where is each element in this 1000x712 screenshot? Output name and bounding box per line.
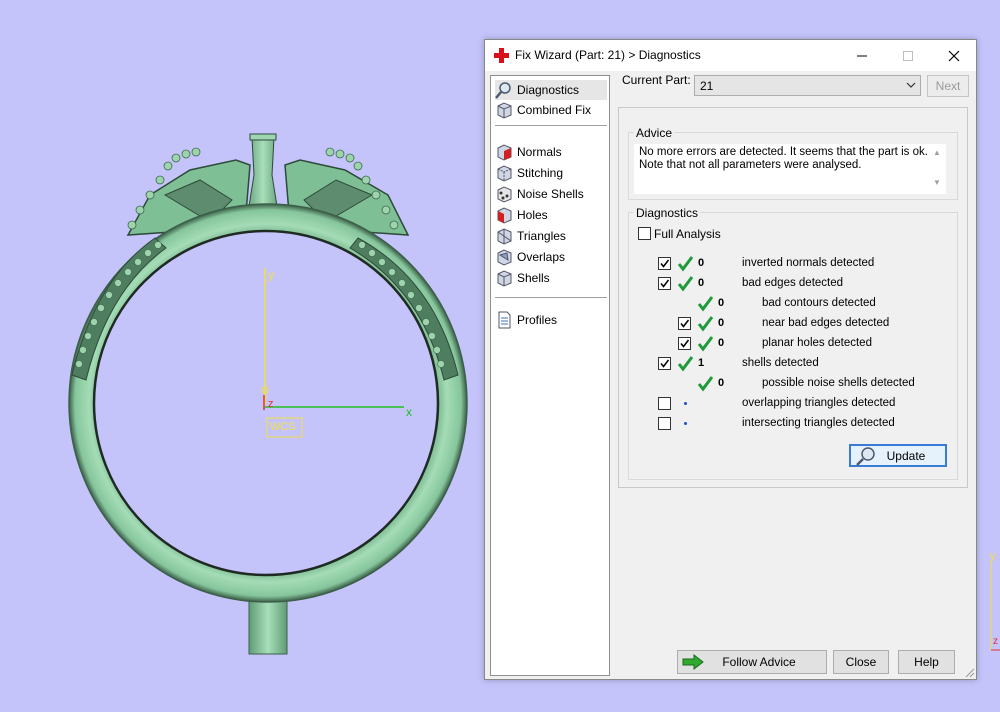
near-bad-edges-count: 0 <box>718 317 725 329</box>
advice-title: Advice <box>634 126 675 140</box>
overlapping-triangles-label: overlapping triangles detected <box>742 397 896 409</box>
mini-axis-label-y: y <box>990 550 996 562</box>
close-window-button[interactable] <box>931 40 977 71</box>
axis-label-x: x <box>406 405 412 419</box>
noise-shells-icon <box>497 186 512 203</box>
green-check-icon <box>697 296 714 312</box>
green-arrow-icon <box>682 654 704 670</box>
near-bad-edges-label: near bad edges detected <box>762 317 890 329</box>
overlaps-cube-icon <box>497 249 512 266</box>
checkmark-icon <box>660 279 670 288</box>
magnifier-icon <box>856 447 875 466</box>
update-button[interactable]: Update <box>849 444 947 467</box>
diagnostics-title: Diagnostics <box>634 206 701 220</box>
nav-item-diagnostics[interactable]: Diagnostics <box>495 80 607 100</box>
axis-label-y: y <box>268 268 274 282</box>
shells-count: 1 <box>698 357 705 369</box>
nav-item-noise-shells[interactable]: Noise Shells <box>495 184 607 204</box>
checkmark-icon <box>660 359 670 368</box>
bad-contours-count: 0 <box>718 297 725 309</box>
nav-item-normals[interactable]: Normals <box>495 142 607 162</box>
next-button[interactable]: Next <box>927 75 969 97</box>
inverted-normals-label: inverted normals detected <box>742 257 875 269</box>
nav-item-profiles[interactable]: Profiles <box>495 310 607 330</box>
current-part-label: Current Part: <box>622 73 691 87</box>
normals-cube-icon <box>497 144 512 161</box>
noise-shells-count: 0 <box>718 377 725 389</box>
current-part-value: 21 <box>700 79 714 93</box>
window-title: Fix Wizard (Part: 21) > Diagnostics <box>515 48 701 62</box>
bad-edges-label: bad edges detected <box>742 277 844 289</box>
magnifier-icon <box>495 82 511 99</box>
wizard-nav-panel: Diagnostics Combined Fix Normals Stitchi… <box>490 75 610 676</box>
axis-label-z: z <box>268 398 274 410</box>
nav-item-stitching[interactable]: Stitching <box>495 163 607 183</box>
shells-label: shells detected <box>742 357 819 369</box>
checkmark-icon <box>660 259 670 268</box>
mini-axis-label-z: z <box>993 636 998 647</box>
nav-item-shells[interactable]: Shells <box>495 268 607 288</box>
pending-dot-icon <box>684 422 687 425</box>
checkmark-icon <box>680 339 690 348</box>
green-check-icon <box>697 376 714 392</box>
close-icon <box>948 50 960 61</box>
shells-cube-icon <box>497 270 512 287</box>
maximize-button[interactable] <box>885 40 931 71</box>
resize-grip-icon[interactable] <box>965 668 975 678</box>
nav-item-overlaps[interactable]: Overlaps <box>495 247 607 267</box>
document-icon <box>498 311 511 329</box>
scroll-up-icon[interactable]: ▲ <box>933 148 941 157</box>
green-check-icon <box>697 316 714 332</box>
intersecting-triangles-label: intersecting triangles detected <box>742 417 895 429</box>
update-label: Update <box>886 448 926 463</box>
minimize-button[interactable] <box>839 40 885 71</box>
green-check-icon <box>697 336 714 352</box>
chevron-down-icon <box>906 82 916 88</box>
title-bar[interactable]: Fix Wizard (Part: 21) > Diagnostics <box>485 40 976 71</box>
stitching-cube-icon <box>497 165 512 182</box>
minimize-icon <box>857 55 867 56</box>
bad-edges-checkbox[interactable] <box>658 277 671 290</box>
planar-holes-label: planar holes detected <box>762 337 872 349</box>
wcs-label: WCS <box>270 421 296 433</box>
follow-advice-label: Follow Advice <box>722 655 796 669</box>
green-check-icon <box>677 356 694 372</box>
nav-item-combined-fix[interactable]: Combined Fix <box>495 100 607 120</box>
nav-item-holes[interactable]: Holes <box>495 205 607 225</box>
cube-icon <box>497 102 512 119</box>
inverted-normals-checkbox[interactable] <box>658 257 671 270</box>
close-button[interactable]: Close <box>833 650 889 674</box>
triangles-cube-icon <box>497 228 512 245</box>
holes-cube-icon <box>497 207 512 224</box>
bad-edges-count: 0 <box>698 277 705 289</box>
bad-contours-label: bad contours detected <box>762 297 876 309</box>
nav-separator <box>495 297 607 298</box>
green-check-icon <box>677 256 694 272</box>
follow-advice-button[interactable]: Follow Advice <box>677 650 827 674</box>
shells-checkbox[interactable] <box>658 357 671 370</box>
nav-separator <box>495 125 607 126</box>
intersecting-triangles-checkbox[interactable] <box>658 417 671 430</box>
help-button[interactable]: Help <box>898 650 955 674</box>
overlapping-triangles-checkbox[interactable] <box>658 397 671 410</box>
red-cross-icon <box>494 48 509 63</box>
nav-item-triangles[interactable]: Triangles <box>495 226 607 246</box>
planar-holes-count: 0 <box>718 337 725 349</box>
checkmark-icon <box>680 319 690 328</box>
full-analysis-checkbox[interactable] <box>638 227 651 240</box>
current-part-select[interactable]: 21 <box>694 75 921 96</box>
near-bad-edges-checkbox[interactable] <box>678 317 691 330</box>
green-check-icon <box>677 276 694 292</box>
pending-dot-icon <box>684 402 687 405</box>
advice-text: No more errors are detected. It seems th… <box>639 146 929 172</box>
planar-holes-checkbox[interactable] <box>678 337 691 350</box>
noise-shells-label: possible noise shells detected <box>762 377 915 389</box>
maximize-icon <box>903 50 913 61</box>
full-analysis-label: Full Analysis <box>654 227 721 241</box>
scroll-down-icon[interactable]: ▼ <box>933 178 941 187</box>
inverted-normals-count: 0 <box>698 257 705 269</box>
